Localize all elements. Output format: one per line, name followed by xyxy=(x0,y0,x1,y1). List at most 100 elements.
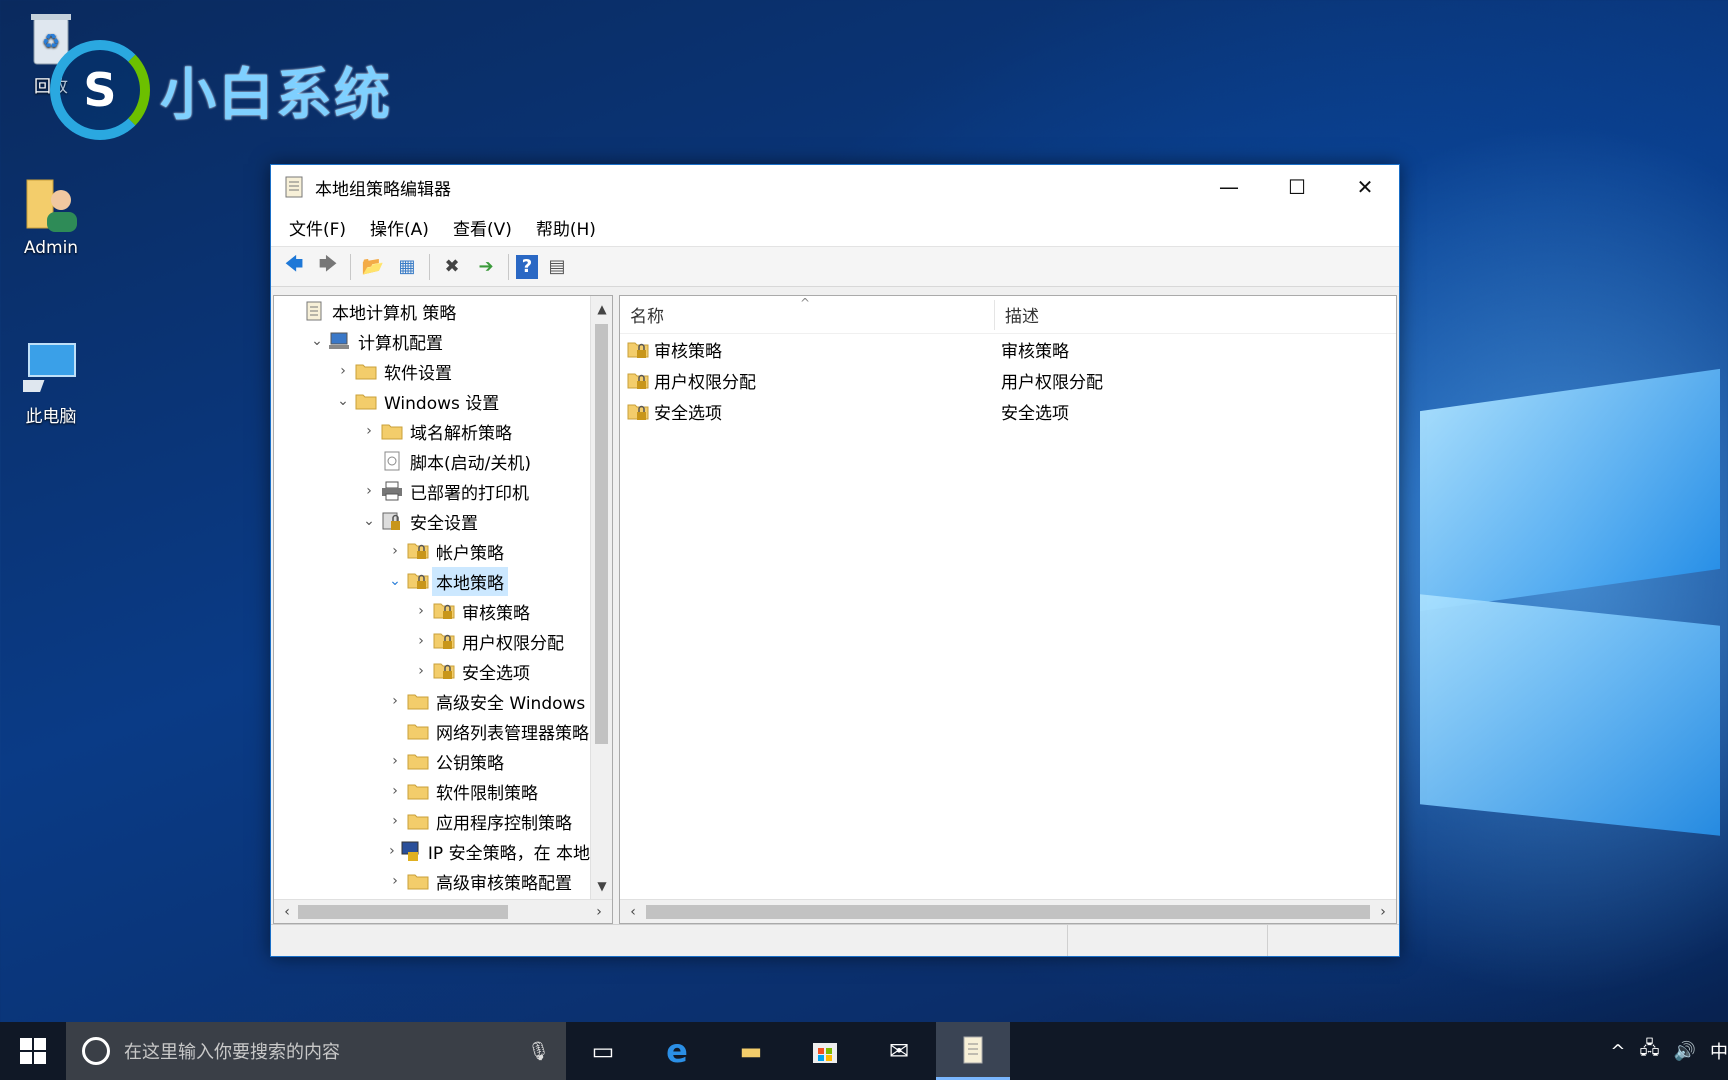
menu-file[interactable]: 文件(F) xyxy=(277,215,358,240)
tree-node[interactable]: › 帐户策略 xyxy=(274,536,590,566)
tree-horizontal-scrollbar[interactable]: ‹ › xyxy=(274,899,612,923)
help-icon[interactable]: ? xyxy=(516,254,538,279)
tree-node[interactable]: › 域名解析策略 xyxy=(274,416,590,446)
tree-node-label: 本地计算机 策略 xyxy=(332,303,457,324)
policy-tree: 本地计算机 策略 ⌄ 计算机配置 › 软件设置 ⌄ Windows 设置 › 域名解析策略脚本(… xyxy=(274,296,590,899)
chevron-right-icon[interactable]: › xyxy=(384,543,406,559)
tree-node[interactable]: › 安全选项 xyxy=(274,656,590,686)
microphone-icon[interactable]: 🎙 xyxy=(527,1041,550,1062)
tree-node[interactable]: 本地计算机 策略 xyxy=(274,296,590,326)
list-item[interactable]: 审核策略 审核策略 xyxy=(620,334,1396,365)
tree-node[interactable]: › 审核策略 xyxy=(274,596,590,626)
up-level-icon[interactable]: 📂 xyxy=(358,252,388,282)
tree-node-label: 高级审核策略配置 xyxy=(436,873,572,894)
maximize-button[interactable]: ☐ xyxy=(1263,165,1331,209)
toolbar-separator xyxy=(508,253,509,280)
delete-icon[interactable]: ✖ xyxy=(437,252,467,282)
chevron-right-icon[interactable]: › xyxy=(384,843,400,859)
scroll-thumb[interactable] xyxy=(298,905,508,919)
show-hide-tree-icon[interactable]: ▦ xyxy=(392,252,422,282)
tree-vertical-scrollbar[interactable]: ▲ ▼ xyxy=(590,296,612,899)
tree-node[interactable]: › 高级安全 Windows xyxy=(274,686,590,716)
desktop-icon-this-pc[interactable]: 此电脑 xyxy=(6,340,96,427)
taskbar: 在这里输入你要搜索的内容 🎙 ▭ e ▬ ✉ ^ 🖧 🔊 中 xyxy=(0,1022,1728,1080)
volume-icon[interactable]: 🔊 xyxy=(1674,1041,1696,1062)
tree-node[interactable]: › IP 安全策略，在 本地 xyxy=(274,836,590,866)
chevron-right-icon[interactable]: › xyxy=(358,423,380,439)
task-view-icon[interactable]: ▭ xyxy=(566,1022,640,1080)
column-header-description[interactable]: 描述 xyxy=(995,302,1039,327)
chevron-right-icon[interactable]: › xyxy=(384,813,406,829)
back-icon[interactable]: 🡄 xyxy=(279,252,309,282)
list-item-name: 用户权限分配 xyxy=(620,368,995,393)
chevron-right-icon[interactable]: › xyxy=(410,603,432,619)
store-icon[interactable] xyxy=(788,1022,862,1080)
tree-node[interactable]: › 软件限制策略 xyxy=(274,776,590,806)
forward-icon[interactable]: 🡆 xyxy=(313,252,343,282)
menu-action[interactable]: 操作(A) xyxy=(358,215,441,240)
chevron-right-icon[interactable]: › xyxy=(410,663,432,679)
chevron-right-icon[interactable]: › xyxy=(384,753,406,769)
chevron-down-icon[interactable]: ⌄ xyxy=(358,513,380,529)
tree-node[interactable]: ⌄ 本地策略 xyxy=(274,566,590,596)
scroll-left-icon[interactable]: ‹ xyxy=(276,900,298,923)
tree-node[interactable]: › 软件设置 xyxy=(274,356,590,386)
list-horizontal-scrollbar[interactable]: ‹ › xyxy=(620,899,1396,923)
tree-node-label: 脚本(启动/关机) xyxy=(410,453,531,474)
mail-icon[interactable]: ✉ xyxy=(862,1022,936,1080)
scroll-right-icon[interactable]: › xyxy=(588,900,610,923)
tree-node[interactable]: ⌄ Windows 设置 xyxy=(274,386,590,416)
scroll-right-icon[interactable]: › xyxy=(1372,900,1394,924)
tree-node[interactable]: › 用户权限分配 xyxy=(274,626,590,656)
tree-node-label: 公钥策略 xyxy=(436,753,504,774)
window-title: 本地组策略编辑器 xyxy=(315,179,451,200)
scroll-up-icon[interactable]: ▲ xyxy=(591,298,612,320)
menu-view[interactable]: 查看(V) xyxy=(441,215,524,240)
edge-icon[interactable]: e xyxy=(640,1022,714,1080)
list-item-name: 审核策略 xyxy=(620,337,995,362)
list-item[interactable]: 安全选项 安全选项 xyxy=(620,396,1396,427)
scroll-thumb[interactable] xyxy=(595,324,608,744)
chevron-right-icon[interactable]: › xyxy=(332,363,354,379)
start-button[interactable] xyxy=(0,1022,66,1080)
file-explorer-icon[interactable]: ▬ xyxy=(714,1022,788,1080)
desktop-icon-admin[interactable]: Admin xyxy=(6,176,96,258)
minimize-button[interactable]: — xyxy=(1195,165,1263,209)
menu-help[interactable]: 帮助(H) xyxy=(524,215,608,240)
tree-node[interactable]: › 高级审核策略配置 xyxy=(274,866,590,896)
chevron-down-icon[interactable]: ⌄ xyxy=(306,333,328,349)
tree-node[interactable]: › 已部署的打印机 xyxy=(274,476,590,506)
chevron-down-icon[interactable]: ⌄ xyxy=(332,393,354,409)
tree-node[interactable]: › 应用程序控制策略 xyxy=(274,806,590,836)
chevron-right-icon[interactable]: › xyxy=(384,873,406,889)
chevron-right-icon[interactable]: › xyxy=(384,693,406,709)
ime-indicator[interactable]: 中 xyxy=(1710,1038,1728,1064)
network-icon[interactable]: 🖧 xyxy=(1640,1036,1660,1066)
scroll-down-icon[interactable]: ▼ xyxy=(591,875,612,897)
tree-node-label: 帐户策略 xyxy=(436,543,504,564)
menu-bar: 文件(F) 操作(A) 查看(V) 帮助(H) xyxy=(271,209,1399,247)
chevron-up-icon[interactable]: ^ xyxy=(1610,1041,1625,1062)
tree-node[interactable]: ⌄ 安全设置 xyxy=(274,506,590,536)
chevron-down-icon[interactable]: ⌄ xyxy=(384,573,406,589)
taskbar-search-box[interactable]: 在这里输入你要搜索的内容 🎙 xyxy=(66,1022,566,1080)
list-item[interactable]: 用户权限分配 用户权限分配 xyxy=(620,365,1396,396)
export-list-icon[interactable]: ➔ xyxy=(471,252,501,282)
scroll-thumb[interactable] xyxy=(646,905,1370,919)
console-icon[interactable]: ▤ xyxy=(542,252,572,282)
scroll-left-icon[interactable]: ‹ xyxy=(622,900,644,924)
title-bar[interactable]: 本地组策略编辑器 — ☐ ✕ xyxy=(271,165,1399,209)
chevron-right-icon[interactable]: › xyxy=(410,633,432,649)
chevron-right-icon[interactable]: › xyxy=(384,783,406,799)
tree-node[interactable]: › 公钥策略 xyxy=(274,746,590,776)
close-button[interactable]: ✕ xyxy=(1331,165,1399,209)
tree-node[interactable]: ⌄ 计算机配置 xyxy=(274,326,590,356)
list-item-name-text: 安全选项 xyxy=(654,404,722,424)
gpedit-icon[interactable] xyxy=(936,1022,1010,1080)
tree-node[interactable]: 网络列表管理器策略 xyxy=(274,716,590,746)
status-segment xyxy=(1068,925,1268,956)
policy-list: 审核策略 审核策略 用户权限分配 用户权限分配 安全选项 安全选项 xyxy=(620,334,1396,427)
tree-node-label: 软件设置 xyxy=(384,363,452,384)
chevron-right-icon[interactable]: › xyxy=(358,483,380,499)
tree-node[interactable]: 脚本(启动/关机) xyxy=(274,446,590,476)
